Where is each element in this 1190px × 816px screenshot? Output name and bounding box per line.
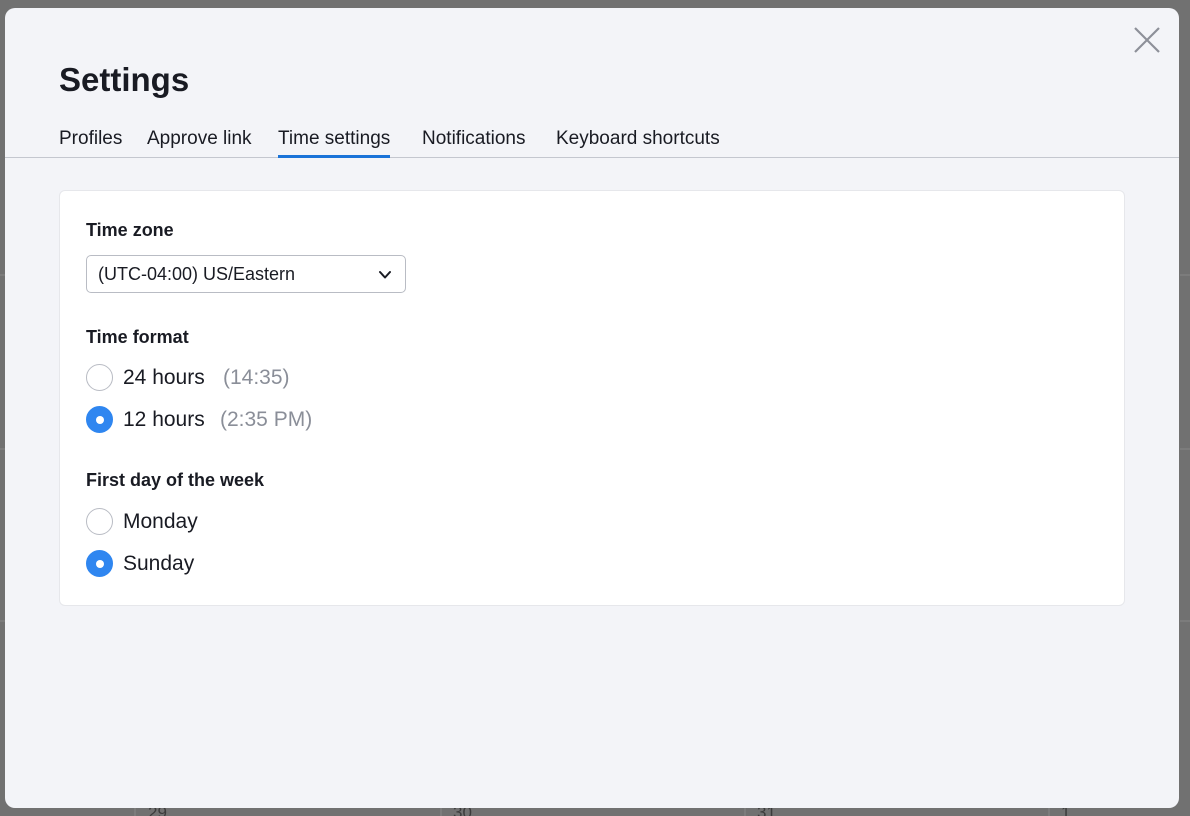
radio-label: 24 hours bbox=[123, 366, 205, 389]
settings-modal: Settings Profiles Approve link Time sett… bbox=[5, 8, 1179, 808]
radio-12-hours[interactable]: 12 hours (2:35 PM) bbox=[86, 406, 346, 434]
close-icon bbox=[1134, 27, 1160, 53]
first-day-label: First day of the week bbox=[86, 470, 265, 490]
chevron-down-icon bbox=[379, 271, 391, 279]
radio-button[interactable] bbox=[86, 508, 113, 535]
time-format-label: Time format bbox=[86, 327, 189, 347]
settings-tabs: Profiles Approve link Time settings Noti… bbox=[5, 124, 1179, 158]
radio-button[interactable] bbox=[86, 364, 113, 391]
tab-profiles[interactable]: Profiles bbox=[59, 128, 122, 158]
tab-notifications[interactable]: Notifications bbox=[422, 128, 526, 158]
time-settings-panel: Time zone (UTC-04:00) US/Eastern Time fo… bbox=[59, 190, 1125, 606]
radio-monday[interactable]: Monday bbox=[86, 508, 236, 536]
radio-button-selected[interactable] bbox=[86, 550, 113, 577]
radio-label: 12 hours bbox=[123, 408, 205, 431]
radio-button-selected[interactable] bbox=[86, 406, 113, 433]
time-zone-value: (UTC-04:00) US/Eastern bbox=[98, 264, 296, 284]
radio-hint: (14:35) bbox=[223, 366, 290, 389]
radio-sunday[interactable]: Sunday bbox=[86, 550, 236, 578]
page-title: Settings bbox=[59, 61, 190, 98]
radio-24-hours[interactable]: 24 hours (14:35) bbox=[86, 364, 316, 392]
close-button[interactable] bbox=[1131, 24, 1163, 56]
time-zone-label: Time zone bbox=[86, 220, 174, 240]
backdrop-gridline bbox=[1180, 274, 1190, 276]
tab-approve-link[interactable]: Approve link bbox=[147, 128, 252, 158]
time-zone-select[interactable]: (UTC-04:00) US/Eastern bbox=[86, 255, 406, 293]
tab-time-settings[interactable]: Time settings bbox=[278, 128, 391, 158]
radio-hint: (2:35 PM) bbox=[220, 408, 313, 431]
backdrop-gridline bbox=[1180, 620, 1190, 622]
radio-label: Monday bbox=[123, 510, 198, 533]
tab-keyboard-shortcuts[interactable]: Keyboard shortcuts bbox=[556, 128, 720, 158]
radio-label: Sunday bbox=[123, 552, 195, 575]
backdrop-gridline bbox=[1180, 448, 1190, 450]
